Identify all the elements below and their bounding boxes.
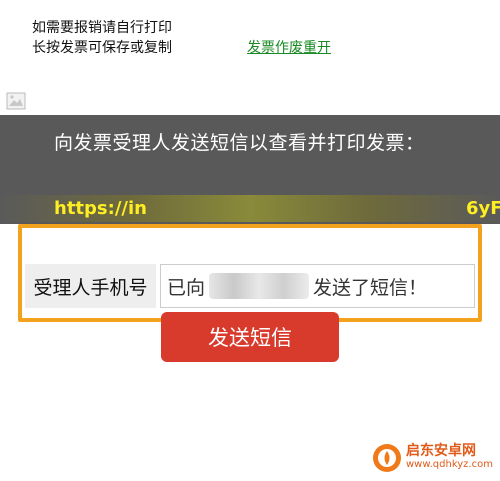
broken-image-icon bbox=[6, 92, 26, 110]
panel-message: 向发票受理人发送短信以查看并打印发票： bbox=[54, 132, 425, 154]
invoice-url-start[interactable]: https://in bbox=[54, 198, 147, 219]
invoice-url-end[interactable]: 6yF bbox=[466, 198, 500, 219]
notice-line-2: 长按发票可保存或复制 bbox=[32, 40, 172, 56]
watermark-logo-icon bbox=[373, 444, 401, 472]
notice-line-1: 如需要报销请自行打印 bbox=[32, 20, 172, 36]
watermark-title: 启东安卓网 bbox=[406, 443, 476, 459]
watermark-url: www.qdhkyz.com bbox=[406, 459, 493, 470]
invoice-void-reissue-link[interactable]: 发票作废重开 bbox=[247, 37, 331, 57]
watermark: 启东安卓网 www.qdhkyz.com bbox=[372, 443, 493, 473]
send-sms-button[interactable]: 发送短信 bbox=[161, 312, 339, 362]
highlight-frame bbox=[18, 224, 482, 322]
notice-text: 如需要报销请自行打印 长按发票可保存或复制 bbox=[32, 18, 172, 58]
